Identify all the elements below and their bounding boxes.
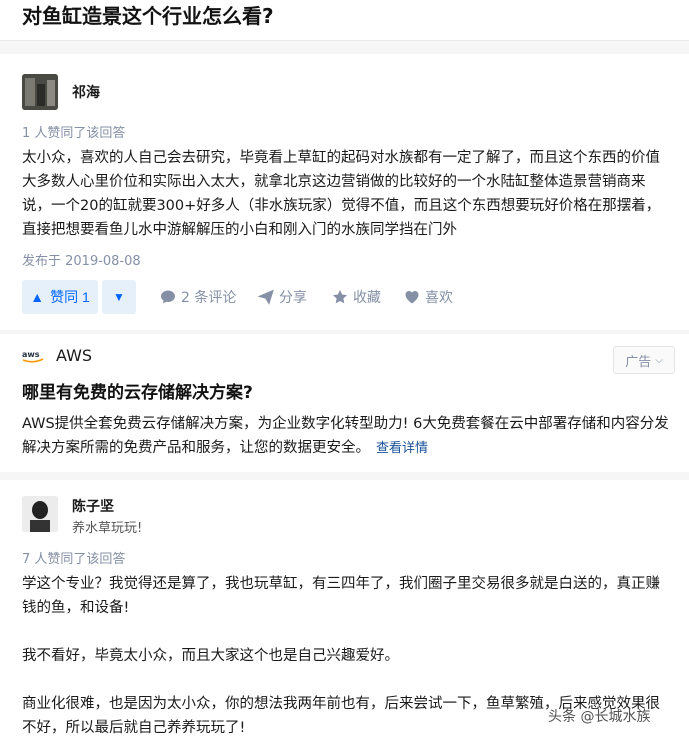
comment-icon [161,290,175,304]
upvote-button[interactable]: ▲ 赞同 1 [22,280,98,314]
answer-paragraph: 学这个专业？我觉得还是算了，我也玩草缸，有三四年了，我们圈子里交易很多就是白送的… [22,576,660,616]
star-icon [333,290,347,304]
vote-info: 1 人赞同了该回答 [22,126,126,141]
ad-badge-label: 广告 [625,354,652,370]
ad-badge-button[interactable]: 广告 ⌵ [613,346,675,374]
answer-card: 祁海 1 人赞同了该回答 太小众，喜欢的人自己会去研究，毕竟看上草缸的起码对水族… [0,54,689,330]
publish-time[interactable]: 发布于 2019-08-08 [22,250,141,269]
author-name[interactable]: 祁海 [72,82,100,102]
heart-icon [405,291,419,304]
comments-button[interactable]: 2 条评论 [160,280,236,314]
favorite-label: 收藏 [353,290,381,306]
answer-card: 陈子坚 养水草玩玩! 7 人赞同了该回答 学这个专业？我觉得还是算了，我也玩草缸… [0,480,689,744]
author-bio: 养水草玩玩! [72,521,143,536]
ad-brand[interactable]: AWS [56,346,92,365]
answer-paragraph: 太小众，喜欢的人自己会去研究，毕竟看上草缸的起码对水族都有一定了解了，而且这个东… [22,150,661,238]
downvote-button[interactable]: ▼ [102,280,136,314]
share-button[interactable]: 分享 [258,280,307,314]
ad-description: AWS提供全套免费云存储解决方案，为企业数字化转型助力! 6大免费套餐在云中部署… [22,412,672,461]
share-icon [258,289,274,305]
aws-logo-icon: aws [22,348,44,364]
like-button[interactable]: 喜欢 [404,280,453,314]
question-title[interactable]: 对鱼缸造景这个行业怎么看? [22,1,274,31]
triangle-down-icon: ▼ [113,290,125,304]
favorite-button[interactable]: 收藏 [332,280,381,314]
share-label: 分享 [279,290,307,306]
upvote-label: 赞同 1 [50,289,90,305]
avatar[interactable] [22,74,58,110]
question-header: 对鱼缸造景这个行业怎么看? [0,0,689,41]
ad-card[interactable]: aws AWS 广告 ⌵ 哪里有免费的云存储解决方案? AWS提供全套免费云存储… [0,334,689,472]
author-name[interactable]: 陈子坚 [72,496,114,516]
avatar[interactable] [22,496,58,532]
watermark: 头条 @长城水族 [548,709,651,725]
comments-label: 2 条评论 [181,290,237,306]
ad-description-text: AWS提供全套免费云存储解决方案，为企业数字化转型助力! 6大免费套餐在云中部署… [22,416,669,456]
triangle-up-icon: ▲ [30,289,45,305]
answer-content: 太小众，喜欢的人自己会去研究，毕竟看上草缸的起码对水族都有一定了解了，而且这个东… [22,146,672,242]
like-label: 喜欢 [425,290,453,306]
vote-info: 7 人赞同了该回答 [22,552,126,567]
action-bar: ▲ 赞同 1 ▼ 2 条评论 分享 收藏 喜欢 [22,280,682,314]
chevron-down-icon: ⌵ [655,354,663,366]
answer-paragraph: 我不看好，毕竟太小众，而且大家这个也是自己兴趣爱好。 [22,648,399,664]
ad-title[interactable]: 哪里有免费的云存储解决方案? [22,378,253,403]
svg-text:aws: aws [22,350,40,359]
ad-details-link[interactable]: 查看详情 [376,441,428,456]
